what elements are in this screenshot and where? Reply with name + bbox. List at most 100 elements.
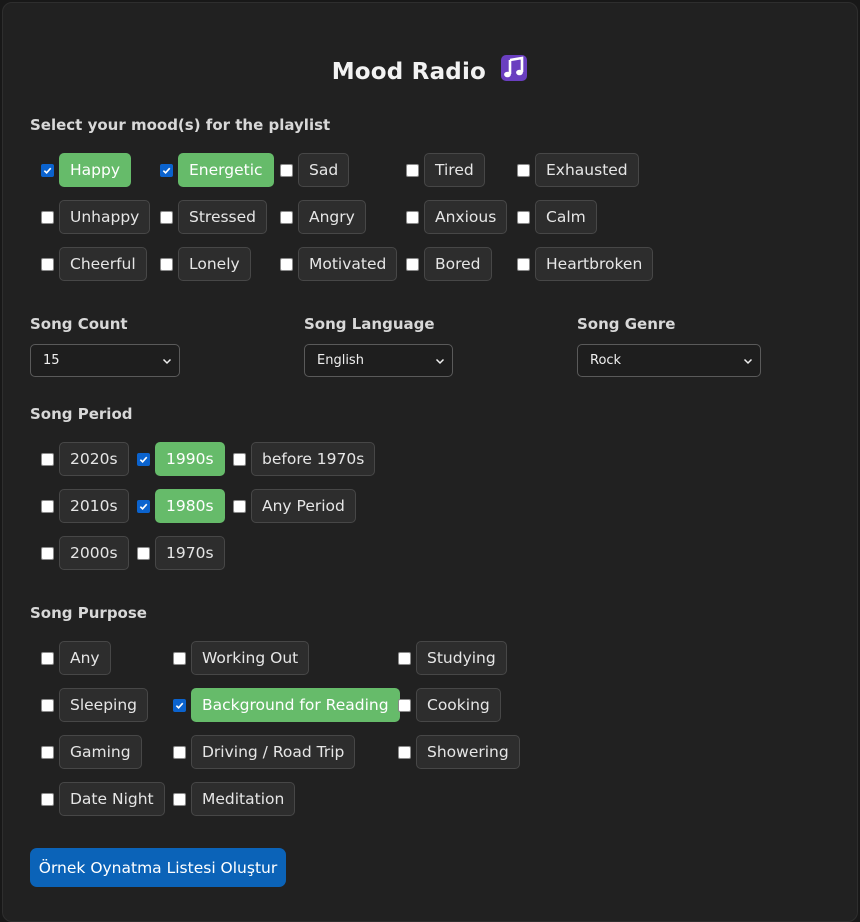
checkbox[interactable]	[517, 163, 530, 177]
period-option-before-1970s[interactable]: before 1970s	[223, 442, 376, 476]
purpose-option-studying[interactable]: Studying	[388, 641, 507, 675]
checkbox[interactable]	[41, 452, 54, 466]
period-chip-label[interactable]: 2020s	[59, 442, 129, 476]
mood-option-motivated[interactable]: Motivated	[270, 247, 398, 281]
checkbox[interactable]	[160, 257, 173, 271]
period-chip-label[interactable]: 1980s	[155, 489, 225, 523]
checkbox[interactable]	[398, 698, 411, 712]
mood-option-calm[interactable]: Calm	[507, 200, 597, 234]
mood-chip-label[interactable]: Angry	[298, 200, 366, 234]
mood-option-cheerful[interactable]: Cheerful	[31, 247, 147, 281]
checkbox[interactable]	[173, 651, 186, 665]
mood-option-lonely[interactable]: Lonely	[150, 247, 251, 281]
period-chip-label[interactable]: 1970s	[155, 536, 225, 570]
song-genre-select[interactable]: Rock	[577, 344, 761, 377]
period-chip-label[interactable]: 2000s	[59, 536, 129, 570]
period-chip-label[interactable]: 1990s	[155, 442, 225, 476]
mood-chip-label[interactable]: Anxious	[424, 200, 508, 234]
checkbox[interactable]	[173, 745, 186, 759]
mood-chip-label[interactable]: Unhappy	[59, 200, 151, 234]
generate-playlist-button[interactable]: Örnek Oynatma Listesi Oluştur	[30, 848, 286, 887]
period-option-1980s[interactable]: 1980s	[127, 489, 225, 523]
mood-chip-label[interactable]: Happy	[59, 153, 132, 187]
purpose-option-any[interactable]: Any	[31, 641, 111, 675]
checkbox[interactable]	[41, 163, 54, 177]
checkbox[interactable]	[398, 745, 411, 759]
purpose-chip-label[interactable]: Sleeping	[59, 688, 149, 722]
purpose-option-background-for-reading[interactable]: Background for Reading	[163, 688, 400, 722]
mood-chip-label[interactable]: Energetic	[178, 153, 274, 187]
mood-option-tired[interactable]: Tired	[396, 153, 485, 187]
purpose-chip-label[interactable]: Meditation	[191, 782, 296, 816]
purpose-option-showering[interactable]: Showering	[388, 735, 520, 769]
purpose-chip-label[interactable]: Driving / Road Trip	[191, 735, 356, 769]
mood-option-unhappy[interactable]: Unhappy	[31, 200, 151, 234]
song-language-select[interactable]: English	[304, 344, 453, 377]
purpose-chip-label[interactable]: Any	[59, 641, 111, 675]
purpose-chip-label[interactable]: Gaming	[59, 735, 142, 769]
period-chip-label[interactable]: before 1970s	[251, 442, 376, 476]
checkbox[interactable]	[280, 210, 293, 224]
mood-chip-label[interactable]: Exhausted	[535, 153, 639, 187]
purpose-chip-label[interactable]: Date Night	[59, 782, 165, 816]
mood-chip-label[interactable]: Sad	[298, 153, 350, 187]
checkbox[interactable]	[517, 257, 530, 271]
mood-chip-label[interactable]: Lonely	[178, 247, 251, 281]
period-option-2000s[interactable]: 2000s	[31, 536, 129, 570]
checkbox[interactable]	[160, 210, 173, 224]
checkbox[interactable]	[173, 792, 186, 806]
mood-chip-label[interactable]: Calm	[535, 200, 597, 234]
checkbox[interactable]	[406, 257, 419, 271]
checkbox[interactable]	[517, 210, 530, 224]
mood-chip-label[interactable]: Stressed	[178, 200, 268, 234]
checkbox[interactable]	[160, 163, 173, 177]
checkbox[interactable]	[137, 546, 150, 560]
mood-option-energetic[interactable]: Energetic	[150, 153, 274, 187]
checkbox[interactable]	[280, 163, 293, 177]
checkbox[interactable]	[41, 546, 54, 560]
checkbox[interactable]	[41, 499, 54, 513]
mood-option-stressed[interactable]: Stressed	[150, 200, 268, 234]
purpose-option-driving-road-trip[interactable]: Driving / Road Trip	[163, 735, 356, 769]
purpose-option-gaming[interactable]: Gaming	[31, 735, 142, 769]
checkbox[interactable]	[398, 651, 411, 665]
checkbox[interactable]	[41, 651, 54, 665]
period-option-2010s[interactable]: 2010s	[31, 489, 129, 523]
mood-option-angry[interactable]: Angry	[270, 200, 366, 234]
mood-option-exhausted[interactable]: Exhausted	[507, 153, 639, 187]
period-option-2020s[interactable]: 2020s	[31, 442, 129, 476]
checkbox[interactable]	[41, 698, 54, 712]
mood-chip-label[interactable]: Motivated	[298, 247, 398, 281]
song-count-select[interactable]: 15	[30, 344, 180, 377]
purpose-option-meditation[interactable]: Meditation	[163, 782, 296, 816]
purpose-option-working-out[interactable]: Working Out	[163, 641, 310, 675]
checkbox[interactable]	[41, 210, 54, 224]
purpose-chip-label[interactable]: Showering	[416, 735, 520, 769]
mood-option-bored[interactable]: Bored	[396, 247, 492, 281]
checkbox[interactable]	[137, 452, 150, 466]
mood-option-happy[interactable]: Happy	[31, 153, 132, 187]
checkbox[interactable]	[41, 257, 54, 271]
checkbox[interactable]	[233, 499, 246, 513]
purpose-chip-label[interactable]: Working Out	[191, 641, 310, 675]
period-chip-label[interactable]: Any Period	[251, 489, 356, 523]
checkbox[interactable]	[137, 499, 150, 513]
purpose-chip-label[interactable]: Cooking	[416, 688, 501, 722]
period-option-any-period[interactable]: Any Period	[223, 489, 356, 523]
mood-option-sad[interactable]: Sad	[270, 153, 350, 187]
checkbox[interactable]	[233, 452, 246, 466]
checkbox[interactable]	[406, 163, 419, 177]
mood-option-anxious[interactable]: Anxious	[396, 200, 508, 234]
purpose-chip-label[interactable]: Background for Reading	[191, 688, 400, 722]
mood-chip-label[interactable]: Heartbroken	[535, 247, 654, 281]
purpose-option-cooking[interactable]: Cooking	[388, 688, 501, 722]
checkbox[interactable]	[41, 792, 54, 806]
mood-chip-label[interactable]: Tired	[424, 153, 485, 187]
period-chip-label[interactable]: 2010s	[59, 489, 129, 523]
mood-chip-label[interactable]: Bored	[424, 247, 492, 281]
purpose-option-date-night[interactable]: Date Night	[31, 782, 165, 816]
period-option-1990s[interactable]: 1990s	[127, 442, 225, 476]
checkbox[interactable]	[280, 257, 293, 271]
checkbox[interactable]	[406, 210, 419, 224]
mood-chip-label[interactable]: Cheerful	[59, 247, 147, 281]
